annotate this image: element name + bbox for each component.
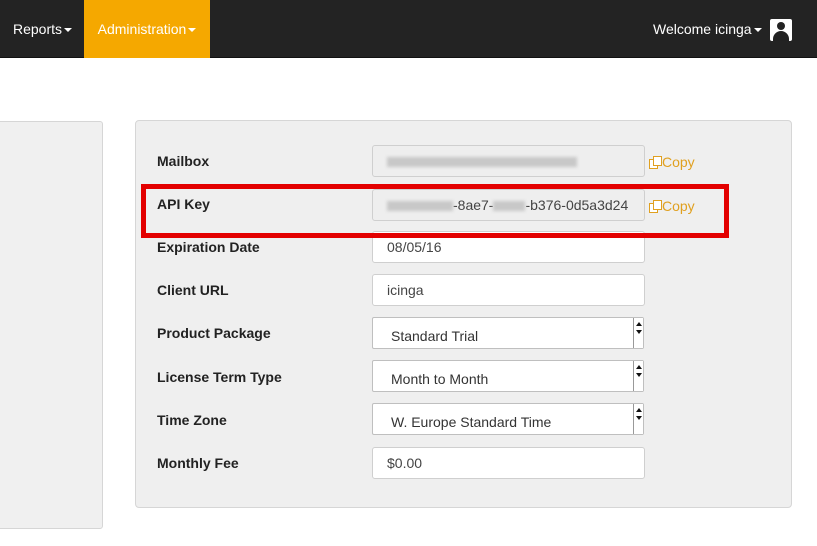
license-term-type-label: License Term Type bbox=[157, 369, 282, 385]
time-zone-label: Time Zone bbox=[157, 412, 227, 428]
client-url-label: Client URL bbox=[157, 282, 229, 298]
select-arrows-icon bbox=[633, 404, 643, 434]
license-term-type-value: Month to Month bbox=[391, 371, 489, 387]
copy-icon bbox=[649, 156, 662, 169]
nav-reports-label: Reports bbox=[13, 21, 63, 37]
mailbox-field[interactable] bbox=[372, 145, 645, 177]
nav-administration-label: Administration bbox=[97, 21, 187, 37]
side-panel bbox=[0, 121, 103, 529]
mailbox-label: Mailbox bbox=[157, 153, 210, 169]
time-zone-value: W. Europe Standard Time bbox=[391, 414, 552, 430]
welcome-label: Welcome icinga bbox=[653, 21, 752, 37]
select-arrows-icon bbox=[633, 318, 643, 348]
user-avatar-icon[interactable] bbox=[770, 19, 792, 41]
api-key-highlight-box bbox=[141, 184, 729, 238]
top-navbar: Reports Administration Welcome icinga bbox=[0, 0, 817, 58]
client-url-field[interactable]: icinga bbox=[372, 274, 645, 306]
caret-down-icon bbox=[64, 28, 73, 33]
caret-down-icon bbox=[753, 28, 762, 33]
redacted-mailbox bbox=[387, 157, 577, 167]
user-menu[interactable]: Welcome icinga bbox=[653, 0, 762, 58]
time-zone-select[interactable]: W. Europe Standard Time bbox=[372, 403, 644, 435]
expiration-date-label: Expiration Date bbox=[157, 239, 260, 255]
product-package-value: Standard Trial bbox=[391, 328, 479, 344]
nav-administration-menu[interactable]: Administration bbox=[84, 0, 210, 58]
copy-mailbox-button[interactable]: Copy bbox=[649, 154, 695, 170]
license-term-type-select[interactable]: Month to Month bbox=[372, 360, 644, 392]
nav-reports-menu[interactable]: Reports bbox=[13, 0, 73, 58]
caret-down-icon bbox=[188, 28, 197, 33]
select-arrows-icon bbox=[633, 361, 643, 391]
monthly-fee-label: Monthly Fee bbox=[157, 455, 239, 471]
product-package-select[interactable]: Standard Trial bbox=[372, 317, 644, 349]
monthly-fee-field[interactable]: $0.00 bbox=[372, 447, 645, 479]
product-package-label: Product Package bbox=[157, 325, 271, 341]
copy-label: Copy bbox=[662, 154, 695, 170]
